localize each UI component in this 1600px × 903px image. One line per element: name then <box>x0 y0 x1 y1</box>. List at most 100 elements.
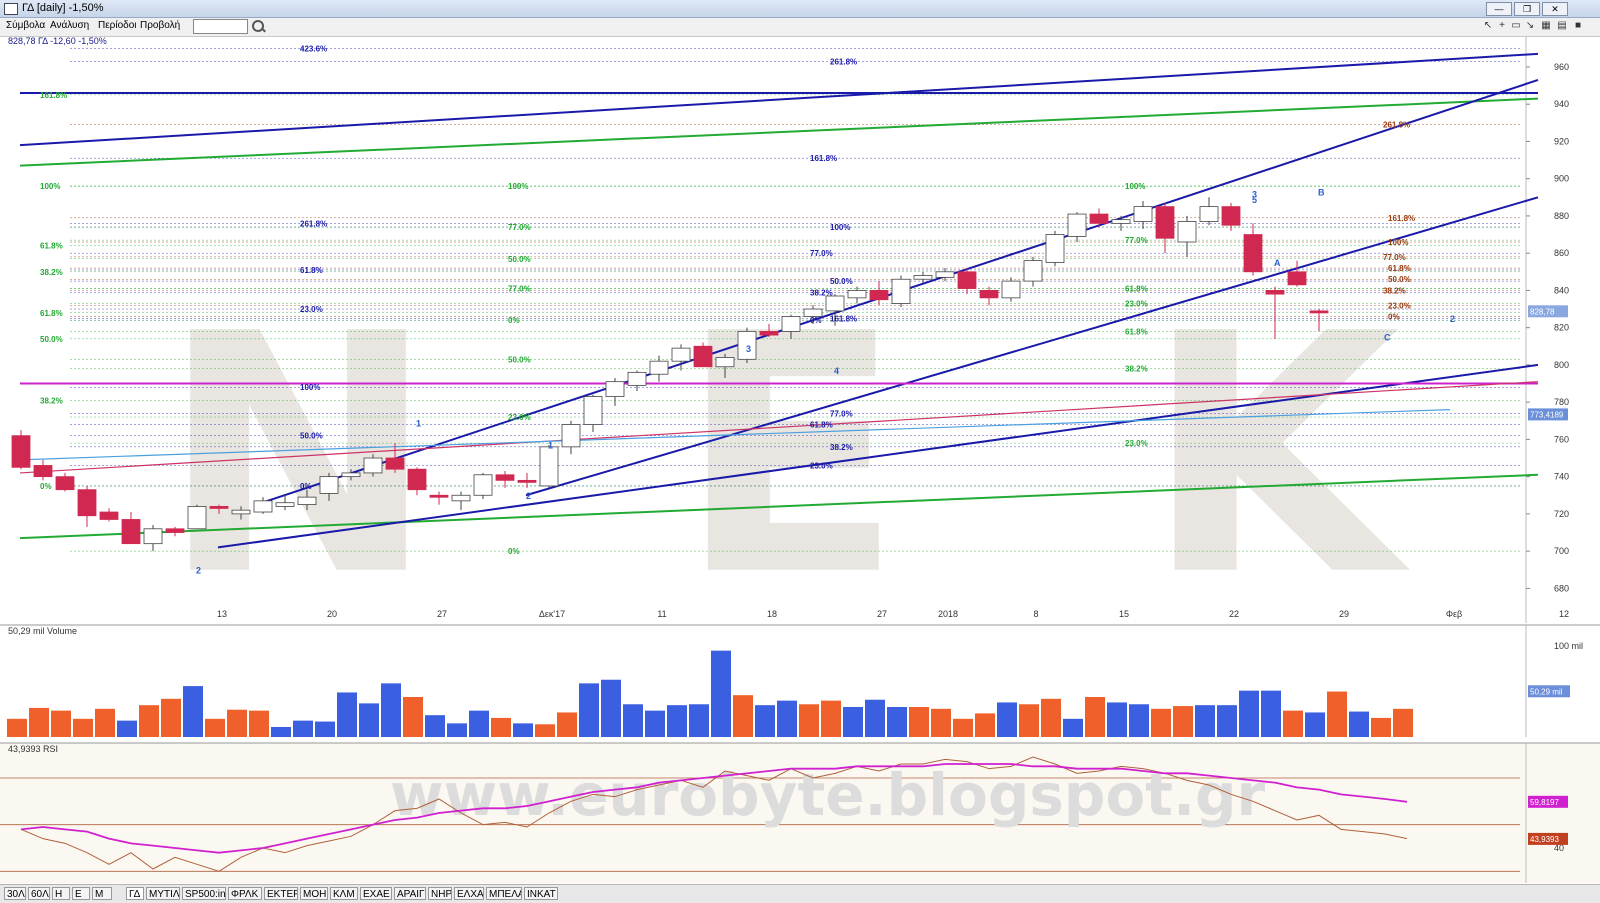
watermark-url: www.eurobyte.blogspot.gr <box>390 761 1265 829</box>
menu-analysis[interactable]: Ανάλυση <box>50 20 89 31</box>
symbol-tab[interactable]: ΑΡΑΙΓ <box>394 887 426 900</box>
wave-label: 2 <box>526 491 531 501</box>
volume-bar <box>1217 705 1237 737</box>
volume-bar <box>535 724 555 737</box>
menu-view[interactable]: Προβολή <box>140 20 180 31</box>
candle-body <box>187 506 207 530</box>
window-titlebar: ΓΔ [daily] -1,50% — ❐ ✕ <box>0 0 1600 18</box>
symbol-search-input[interactable] <box>193 19 248 34</box>
chart-area[interactable]: NEK6807007207407607808008208408608809009… <box>0 37 1600 883</box>
volume-tick-label: 100 mil <box>1554 641 1583 651</box>
fib-label: 23.0% <box>810 461 833 470</box>
candle-body <box>231 509 251 515</box>
volume-bar <box>293 720 313 737</box>
symbol-tabs: 30Λ60ΛHEM ΓΔΜΥΤΙΛSP500:indΦΡΛΚΕΚΤΕΡΜΟΗΚΛΜ… <box>0 884 1600 903</box>
volume-bar <box>733 695 753 737</box>
y-tick-label: 820 <box>1554 323 1569 333</box>
candle-body <box>1089 213 1109 224</box>
symbol-tab[interactable]: ΕΛΧΑ <box>454 887 484 900</box>
crosshair-icon[interactable]: + <box>1496 20 1508 32</box>
symbol-tab[interactable]: 30Λ <box>4 887 26 900</box>
candle-body <box>385 457 405 470</box>
menu-symbols[interactable]: Σύμβολα <box>6 20 45 31</box>
symbol-tab[interactable]: H <box>52 887 70 900</box>
symbol-tab[interactable]: M <box>92 887 112 900</box>
fib-label: 38.2% <box>40 396 63 405</box>
candle-body <box>275 502 295 507</box>
symbol-tab[interactable]: ΚΛΜ <box>330 887 358 900</box>
save-icon[interactable]: ■ <box>1572 20 1584 32</box>
restore-icon[interactable]: ❐ <box>1514 2 1540 16</box>
rsi-value-label: 43,9393 <box>1530 835 1559 844</box>
candle-body <box>209 506 229 509</box>
symbol-tab[interactable]: ΕΚΤΕΡ <box>264 887 298 900</box>
candle-body <box>473 474 493 496</box>
y-tick-label: 960 <box>1554 62 1569 72</box>
symbol-tab[interactable]: ΝΗΡ <box>428 887 452 900</box>
volume-bar <box>953 718 973 737</box>
candle-body <box>649 360 669 375</box>
volume-bar <box>1239 690 1259 737</box>
fib-label: 77.0% <box>1125 236 1148 245</box>
symbol-tab[interactable]: ΜΟΗ <box>300 887 328 900</box>
volume-bar <box>51 710 71 737</box>
candle-body <box>99 511 119 520</box>
close-icon[interactable]: ✕ <box>1542 2 1568 16</box>
candle-body <box>759 330 779 336</box>
print-icon[interactable]: ▤ <box>1556 20 1568 32</box>
candle-body <box>297 496 317 505</box>
volume-bar <box>777 700 797 737</box>
y-tick-label: 920 <box>1554 136 1569 146</box>
candle-body <box>143 528 163 545</box>
candle-body <box>539 446 559 487</box>
symbol-tab[interactable]: ΜΠΕΛΑ <box>486 887 522 900</box>
fib-label: 61.8% <box>300 266 323 275</box>
volume-bar <box>117 720 137 737</box>
x-tick-label: 27 <box>877 609 887 619</box>
x-tick-label: Δεκ'17 <box>539 609 565 619</box>
symbol-tab[interactable]: ΦΡΛΚ <box>228 887 262 900</box>
volume-bar <box>161 698 181 737</box>
symbol-tab[interactable]: ΕΧΑΕ <box>360 887 392 900</box>
menu-periods[interactable]: Περίοδοι <box>98 20 137 31</box>
candle-body <box>605 381 625 397</box>
symbol-tab[interactable]: ΙΝΚΑΤ <box>524 887 558 900</box>
x-tick-label: 2018 <box>938 609 958 619</box>
candle-body <box>627 371 647 386</box>
cursor-icon[interactable]: ↖ <box>1482 20 1494 32</box>
wave-label: C <box>1384 333 1391 343</box>
draw-icon[interactable]: ↘ <box>1524 20 1536 32</box>
y-tick-label: 940 <box>1554 99 1569 109</box>
minimize-icon[interactable]: — <box>1486 2 1512 16</box>
search-icon[interactable] <box>252 20 264 32</box>
fib-label: 100% <box>1388 238 1408 247</box>
volume-bar <box>1283 710 1303 737</box>
x-tick-label: 11 <box>657 609 666 619</box>
candle-body <box>341 472 361 478</box>
symbol-tab[interactable]: ΜΥΤΙΛ <box>146 887 180 900</box>
volume-price-label: 50,29 mil <box>1530 687 1563 696</box>
fib-label: 61.8% <box>1125 327 1148 336</box>
candle-body <box>913 275 933 280</box>
symbol-tab[interactable]: E <box>72 887 90 900</box>
fib-label: 61.8% <box>40 242 63 251</box>
fib-label: 38.2% <box>810 288 833 297</box>
grid-icon[interactable]: ▦ <box>1540 20 1552 32</box>
y-tick-label: 900 <box>1554 174 1569 184</box>
volume-bar <box>689 704 709 737</box>
symbol-tab[interactable]: 60Λ <box>28 887 50 900</box>
wave-label: 2 <box>1450 314 1455 324</box>
fib-label: 161.8% <box>830 314 857 323</box>
wave-label: B <box>1318 187 1325 197</box>
zoom-icon[interactable]: ▭ <box>1510 20 1522 32</box>
volume-title: 50,29 mil Volume <box>8 626 77 636</box>
y-tick-label: 860 <box>1554 248 1569 258</box>
fib-label: 100% <box>1125 182 1145 191</box>
symbol-tab[interactable]: SP500:ind <box>182 887 226 900</box>
candle-body <box>319 476 339 494</box>
fib-label: 0% <box>300 482 312 491</box>
symbol-tab[interactable]: ΓΔ <box>126 887 144 900</box>
x-tick-label: Φεβ <box>1446 609 1462 619</box>
candle-body <box>935 271 955 278</box>
volume-bar <box>491 717 511 737</box>
